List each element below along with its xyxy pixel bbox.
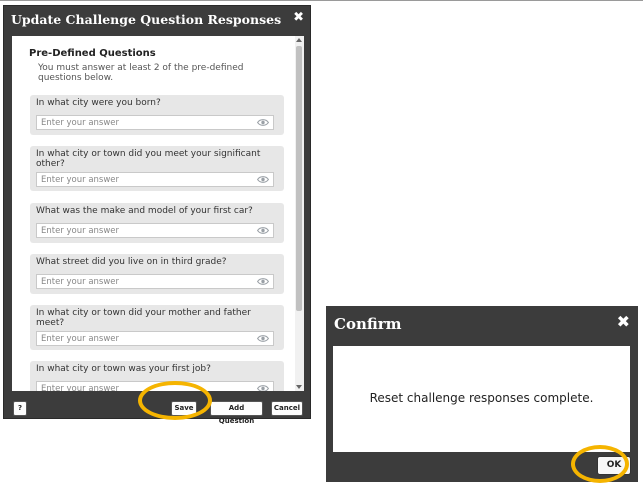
question-label: In what city or town did you meet your s… — [36, 149, 261, 169]
eye-icon[interactable] — [257, 175, 269, 184]
answer-field — [36, 381, 274, 391]
question-label: In what city or town did your mother and… — [36, 308, 251, 328]
confirm-body: Reset challenge responses complete. — [333, 346, 630, 452]
cancel-button[interactable]: Cancel — [271, 401, 303, 416]
section-heading: Pre-Defined Questions — [29, 48, 156, 59]
answer-field — [36, 172, 274, 187]
question-card: In what city or town did your mother and… — [30, 305, 284, 350]
update-challenge-dialog: Update Challenge Question Responses ✖ Pr… — [3, 5, 311, 425]
add-question-button[interactable]: Add Question — [210, 401, 263, 425]
answer-field — [36, 331, 274, 346]
answer-input[interactable] — [37, 382, 251, 391]
question-label: What was the make and model of your firs… — [36, 206, 253, 216]
eye-icon[interactable] — [257, 334, 269, 343]
close-icon[interactable]: ✖ — [293, 10, 304, 25]
eye-icon[interactable] — [257, 118, 269, 127]
answer-field — [36, 223, 274, 238]
top-border — [0, 0, 643, 1]
answer-field — [36, 115, 274, 130]
answer-input[interactable] — [37, 116, 251, 129]
help-button[interactable]: ? — [13, 401, 27, 416]
save-button[interactable]: Save — [171, 401, 197, 416]
eye-icon[interactable] — [257, 226, 269, 235]
confirm-dialog: Confirm ✖ Reset challenge responses comp… — [326, 306, 638, 482]
question-card: What street did you live on in third gra… — [30, 254, 284, 294]
close-icon[interactable]: ✖ — [617, 312, 630, 331]
dialog-title: Update Challenge Question Responses — [11, 12, 282, 27]
answer-field — [36, 274, 274, 289]
scroll-up-icon[interactable] — [296, 38, 302, 42]
question-card: In what city or town was your first job? — [30, 361, 284, 391]
answer-input[interactable] — [37, 224, 251, 237]
eye-icon[interactable] — [257, 277, 269, 286]
instruction-text: You must answer at least 2 of the pre-de… — [38, 63, 244, 83]
eye-icon[interactable] — [257, 384, 269, 391]
questions-panel: Pre-Defined Questions You must answer at… — [12, 36, 304, 391]
question-card: What was the make and model of your firs… — [30, 203, 284, 243]
question-label: In what city or town was your first job? — [36, 364, 211, 374]
question-card: In what city or town did you meet your s… — [30, 146, 284, 191]
question-label: What street did you live on in third gra… — [36, 257, 227, 267]
answer-input[interactable] — [37, 332, 251, 345]
scroll-down-icon[interactable] — [296, 385, 302, 389]
ok-button[interactable]: OK — [597, 456, 631, 475]
scrollbar-thumb[interactable] — [296, 46, 302, 311]
answer-input[interactable] — [37, 275, 251, 288]
confirm-message: Reset challenge responses complete. — [369, 391, 594, 405]
answer-input[interactable] — [37, 173, 251, 186]
question-label: In what city were you born? — [36, 98, 161, 108]
confirm-title: Confirm — [334, 315, 402, 333]
question-card: In what city were you born? — [30, 95, 284, 135]
vertical-scrollbar[interactable] — [295, 36, 304, 391]
